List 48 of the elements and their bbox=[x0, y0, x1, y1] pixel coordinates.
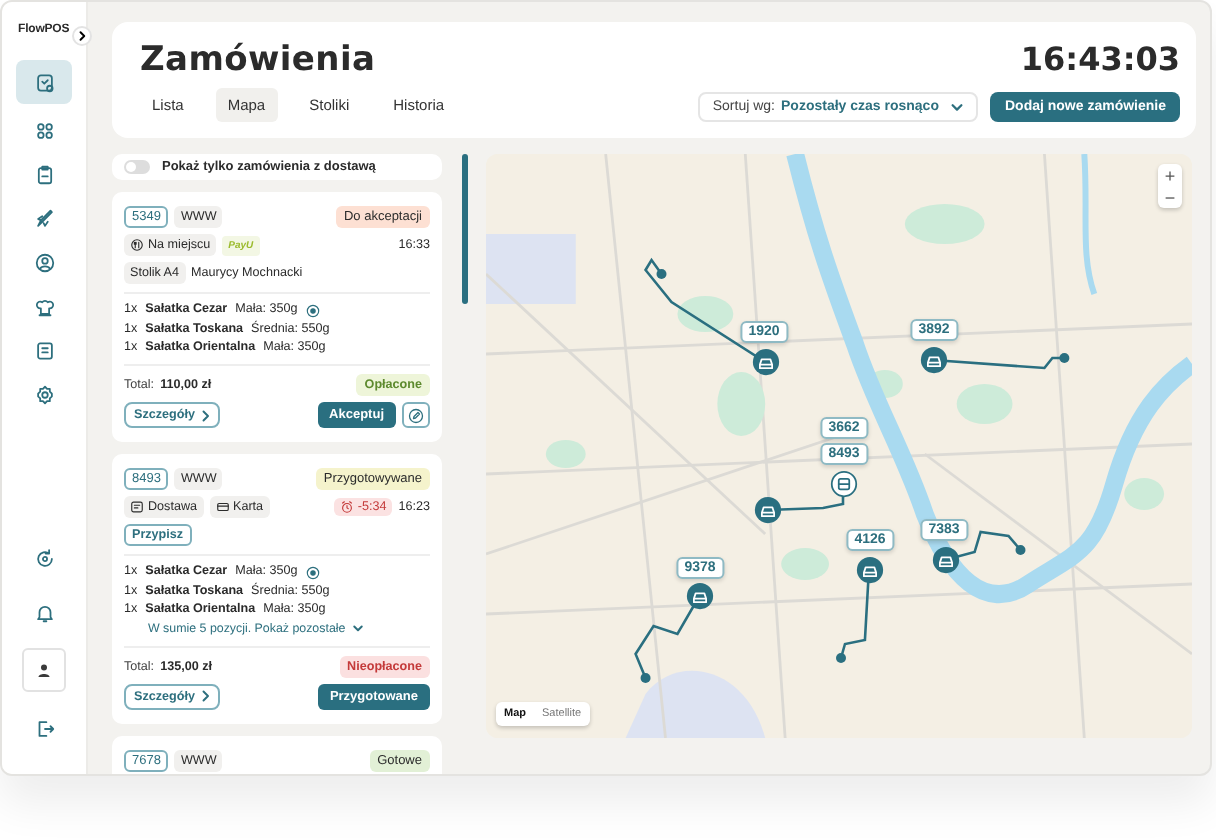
park-area bbox=[717, 372, 766, 436]
grid-icon bbox=[33, 119, 55, 141]
page-title: Zamówienia bbox=[140, 40, 378, 80]
logout-icon bbox=[33, 717, 55, 739]
park-area bbox=[1124, 478, 1165, 510]
chevron-down-icon bbox=[950, 100, 965, 114]
car-icon[interactable] bbox=[752, 348, 780, 376]
alarm-clock-icon bbox=[339, 500, 354, 514]
park-area bbox=[677, 296, 734, 332]
edit-button[interactable] bbox=[402, 402, 430, 428]
rocket-icon bbox=[33, 207, 55, 229]
car-icon[interactable] bbox=[856, 556, 884, 584]
chef-hat-icon bbox=[33, 295, 55, 317]
car-icon[interactable] bbox=[686, 582, 714, 610]
airport-area bbox=[625, 671, 766, 738]
park-area bbox=[545, 440, 586, 468]
target-icon bbox=[305, 565, 320, 579]
chevron-right-icon bbox=[76, 30, 88, 42]
clock: 16:43:03 bbox=[1020, 40, 1180, 78]
park-area bbox=[781, 548, 830, 580]
car-icon[interactable] bbox=[754, 496, 782, 524]
stream-line bbox=[1081, 154, 1098, 295]
target-icon bbox=[305, 303, 320, 317]
sync-icon bbox=[33, 547, 55, 569]
chevron-down-icon bbox=[351, 622, 364, 634]
chevron-right-icon bbox=[200, 690, 211, 702]
car-icon[interactable] bbox=[932, 546, 960, 574]
airport-area bbox=[486, 234, 576, 304]
clipboard-icon bbox=[33, 163, 55, 185]
card-icon bbox=[215, 500, 229, 514]
settings-icon bbox=[33, 383, 55, 405]
avatar-button[interactable] bbox=[22, 648, 66, 692]
sidebar-item[interactable] bbox=[16, 60, 72, 104]
toggle-switch[interactable] bbox=[124, 160, 150, 174]
bell-icon bbox=[33, 601, 55, 623]
zoom-in-button[interactable]: + bbox=[1158, 164, 1182, 186]
dish-icon bbox=[130, 238, 144, 252]
chevron-right-icon bbox=[200, 409, 211, 421]
car-icon[interactable] bbox=[920, 346, 948, 374]
collapse-button[interactable] bbox=[72, 26, 92, 46]
pencil-icon bbox=[408, 407, 424, 423]
user-icon bbox=[33, 251, 55, 273]
clipboard-check-icon bbox=[33, 71, 55, 93]
receipt-icon bbox=[33, 339, 55, 361]
park-area bbox=[956, 384, 1013, 424]
package-icon[interactable] bbox=[830, 470, 858, 498]
park-area bbox=[904, 204, 985, 244]
zoom-out-button[interactable]: − bbox=[1158, 186, 1182, 208]
